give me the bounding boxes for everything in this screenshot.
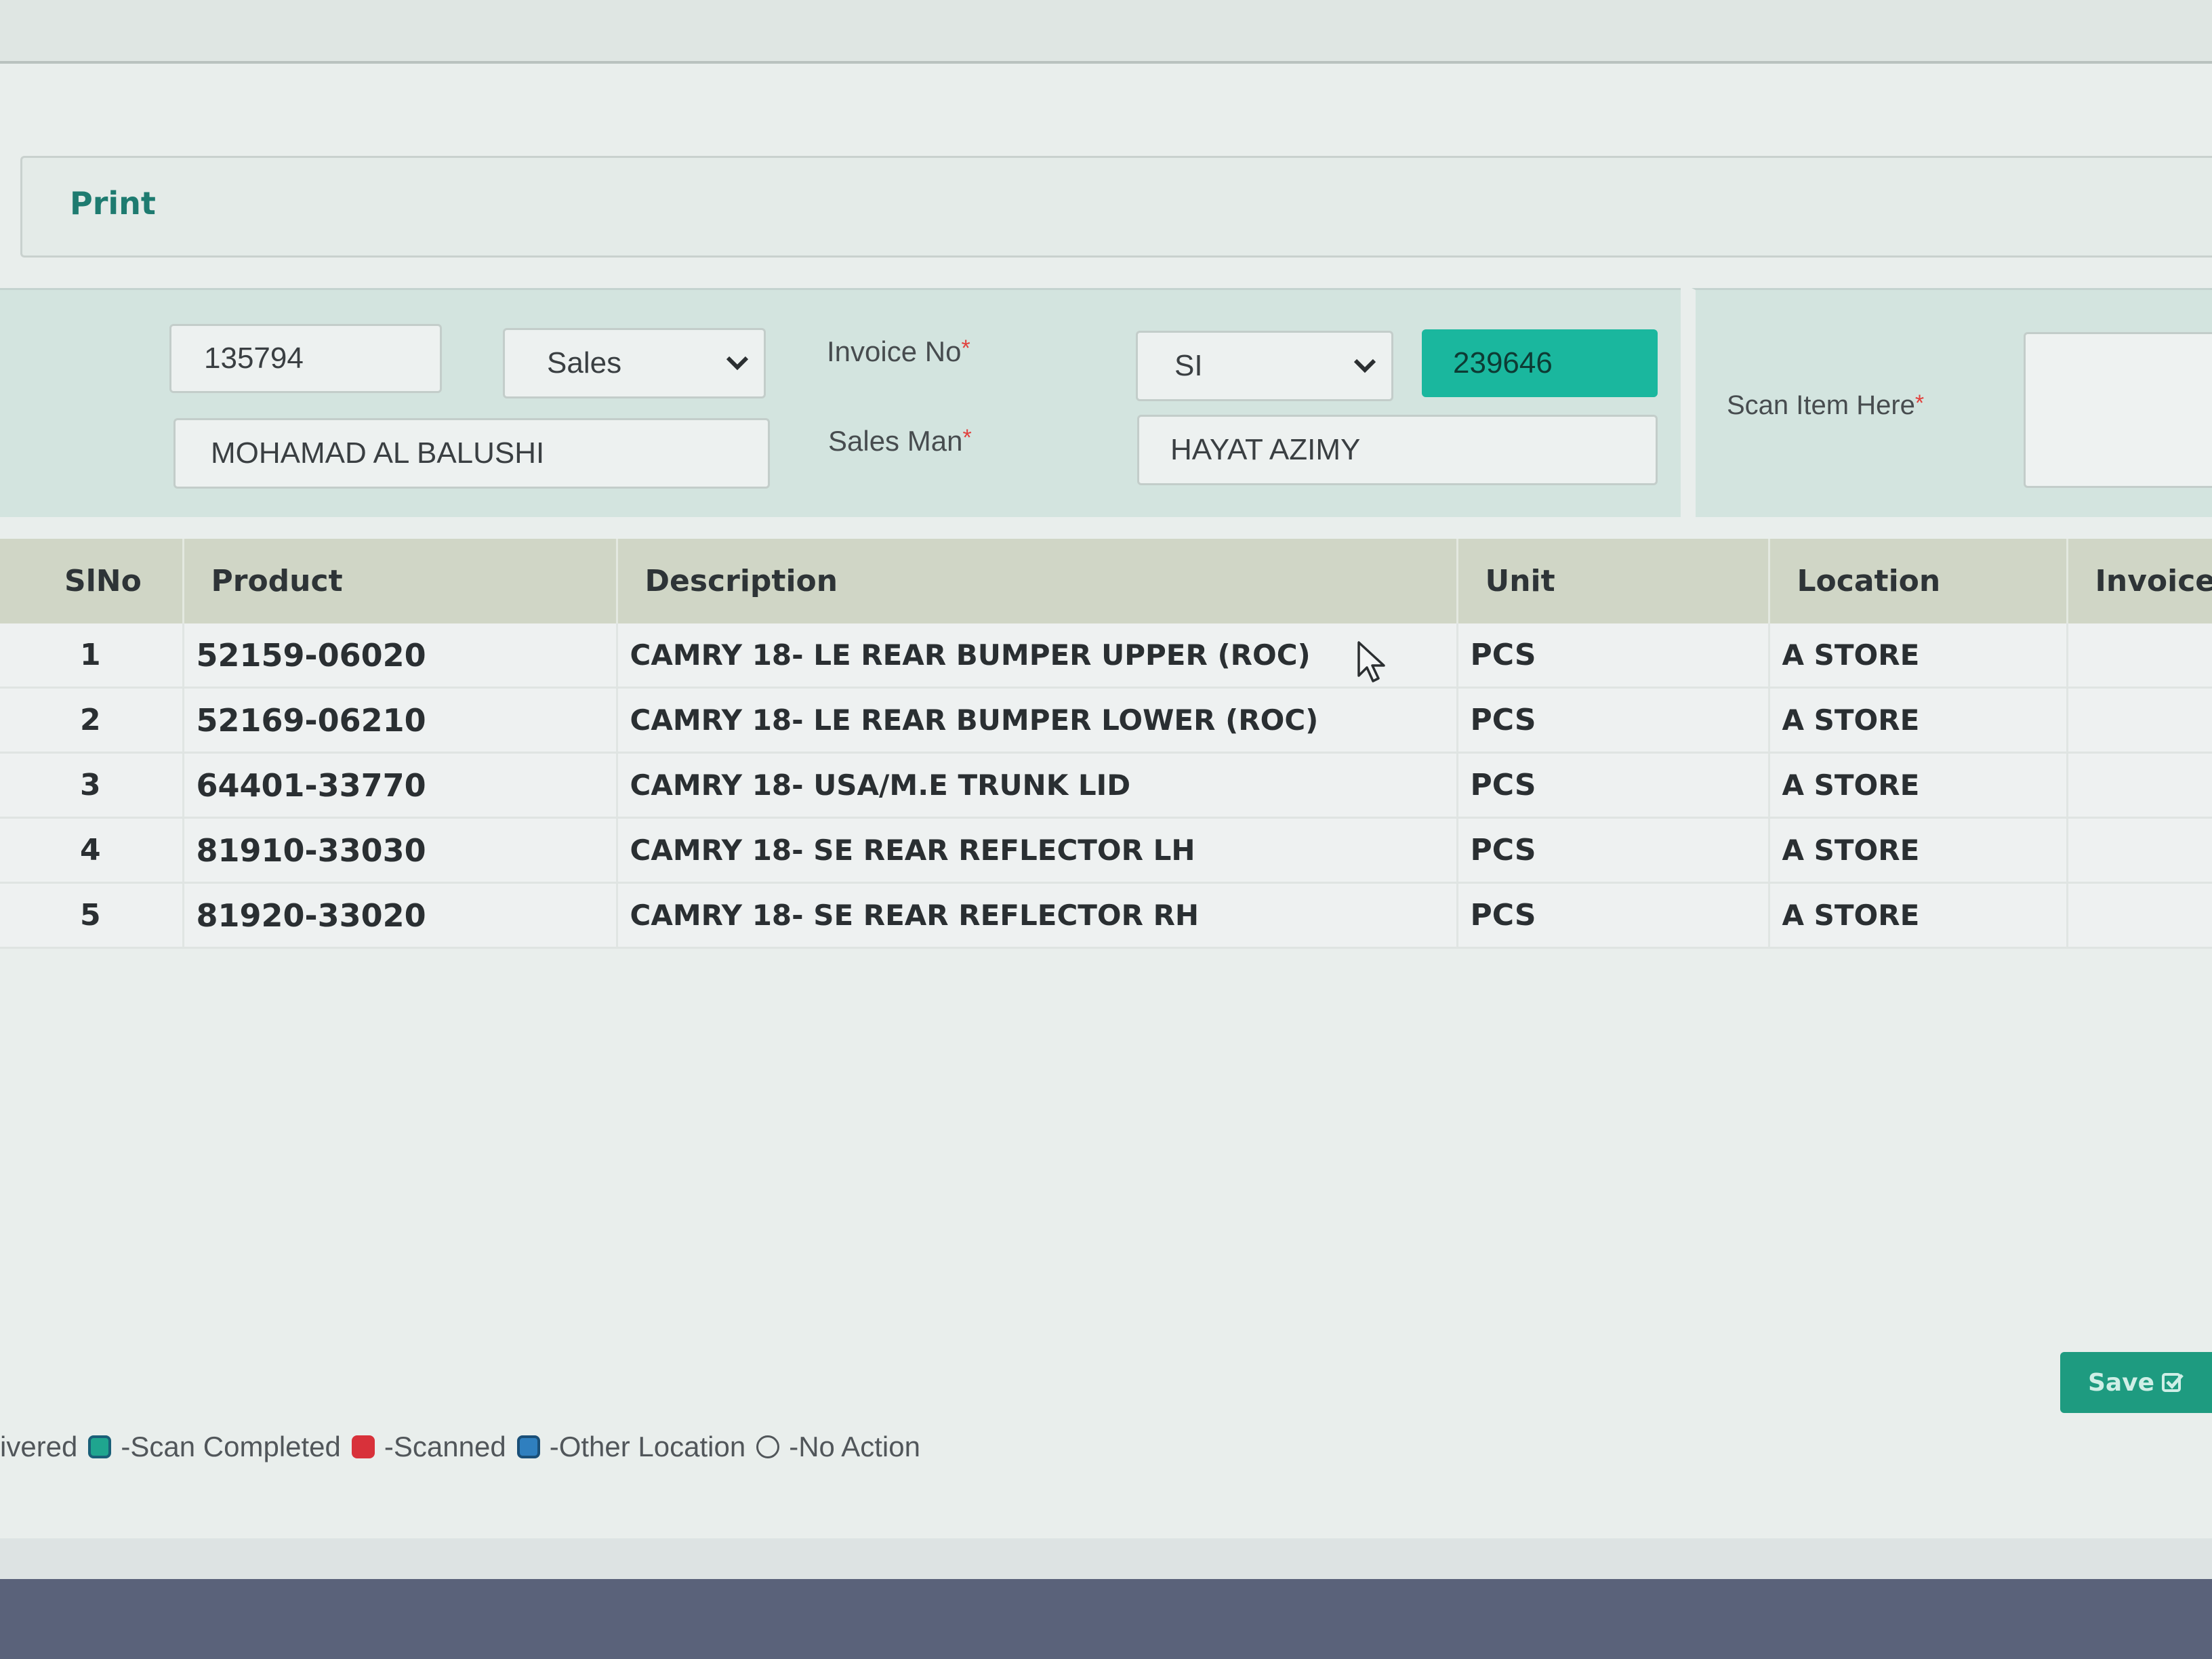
column-header-product[interactable]: Product xyxy=(182,539,617,623)
cell-description: CAMRY 18- USA/M.E TRUNK LID xyxy=(615,752,1457,819)
cell-description: CAMRY 18- SE REAR REFLECTOR LH xyxy=(615,817,1457,884)
column-header-description[interactable]: Description xyxy=(615,539,1457,623)
salesman-label: Sales Man* xyxy=(828,425,972,457)
table-row[interactable]: 5 81920-33020 CAMRY 18- SE REAR REFLECTO… xyxy=(0,882,2212,949)
column-header-unit[interactable]: Unit xyxy=(1456,539,1769,623)
check-square-icon xyxy=(2162,1373,2184,1392)
table-row[interactable]: 1 52159-06020 CAMRY 18- LE REAR BUMPER U… xyxy=(0,623,2212,689)
no-action-swatch xyxy=(756,1435,780,1458)
column-header-slno[interactable]: SlNo xyxy=(0,539,183,623)
scan-item-input[interactable] xyxy=(2024,332,2212,488)
top-band xyxy=(0,0,2212,64)
legend-scanned: -Scanned xyxy=(341,1431,506,1463)
cell-invoice-qty xyxy=(2066,623,2212,689)
invoice-no-label: Invoice No* xyxy=(827,335,970,367)
page-bottom-edge xyxy=(0,1538,2212,1579)
cell-invoice-qty xyxy=(2066,752,2212,819)
invoice-number-field[interactable]: 239646 xyxy=(1422,329,1658,397)
cell-slno: 3 xyxy=(0,752,183,819)
scanned-swatch xyxy=(351,1435,375,1458)
table-header-row: SlNo Product Description Unit Location I… xyxy=(0,539,2212,623)
cell-slno: 1 xyxy=(0,623,183,689)
customer-code-value: 135794 xyxy=(204,342,304,375)
cell-product: 64401-33770 xyxy=(182,752,617,819)
type-select-value: Sales xyxy=(547,346,622,380)
cell-invoice-qty xyxy=(2066,687,2212,754)
status-legend: ivered -Scan Completed -Scanned -Other L… xyxy=(0,1416,1084,1477)
cell-product: 52169-06210 xyxy=(182,687,617,754)
salesman-input[interactable]: HAYAT AZIMY xyxy=(1137,415,1658,485)
cell-slno: 2 xyxy=(0,687,183,754)
cell-location: A STORE xyxy=(1767,687,2067,754)
scan-completed-swatch xyxy=(88,1435,112,1458)
print-link[interactable]: Print xyxy=(70,185,156,222)
invoice-prefix-select[interactable]: SI xyxy=(1136,331,1393,401)
mouse-pointer-icon xyxy=(1357,641,1385,682)
cell-description: CAMRY 18- SE REAR REFLECTOR RH xyxy=(615,882,1457,949)
legend-scan-completed: -Scan Completed xyxy=(77,1431,341,1463)
scan-item-label: Scan Item Here* xyxy=(1727,390,1925,420)
cell-invoice-qty xyxy=(2066,882,2212,949)
screen-bezel xyxy=(0,1538,2212,1659)
column-header-invoice-qty[interactable]: Invoice Q xyxy=(2066,539,2212,623)
chevron-down-icon xyxy=(1353,359,1376,373)
chevron-down-icon xyxy=(726,356,749,371)
invoice-prefix-value: SI xyxy=(1174,349,1203,382)
print-bar: Print xyxy=(20,156,2212,258)
cell-unit: PCS xyxy=(1456,623,1769,689)
column-header-location[interactable]: Location xyxy=(1767,539,2067,623)
legend-no-action: -No Action xyxy=(745,1431,920,1463)
save-button-label: Save xyxy=(2087,1368,2155,1397)
cell-invoice-qty xyxy=(2066,817,2212,884)
items-table: SlNo Product Description Unit Location I… xyxy=(0,539,2212,949)
other-location-swatch xyxy=(516,1435,540,1458)
cell-product: 52159-06020 xyxy=(182,623,617,689)
cell-product: 81910-33030 xyxy=(182,817,617,884)
cell-product: 81920-33020 xyxy=(182,882,617,949)
cell-location: A STORE xyxy=(1767,817,2067,884)
cell-unit: PCS xyxy=(1456,687,1769,754)
customer-name-value: MOHAMAD AL BALUSHI xyxy=(211,436,545,470)
legend-delivered: ivered xyxy=(0,1431,78,1462)
cell-unit: PCS xyxy=(1456,752,1769,819)
salesman-value: HAYAT AZIMY xyxy=(1170,433,1361,466)
customer-code-input[interactable]: 135794 xyxy=(169,324,442,393)
cell-location: A STORE xyxy=(1767,752,2067,819)
invoice-number-value: 239646 xyxy=(1453,346,1553,380)
cell-location: A STORE xyxy=(1767,623,2067,689)
cell-slno: 4 xyxy=(0,817,183,884)
customer-name-input[interactable]: MOHAMAD AL BALUSHI xyxy=(173,418,770,489)
legend-other-location: -Other Location xyxy=(506,1431,745,1463)
table-row[interactable]: 2 52169-06210 CAMRY 18- LE REAR BUMPER L… xyxy=(0,687,2212,754)
cell-description: CAMRY 18- LE REAR BUMPER LOWER (ROC) xyxy=(615,687,1457,754)
cell-unit: PCS xyxy=(1456,882,1769,949)
table-row[interactable]: 4 81910-33030 CAMRY 18- SE REAR REFLECTO… xyxy=(0,817,2212,884)
save-button[interactable]: Save xyxy=(2060,1352,2212,1413)
cell-description: CAMRY 18- LE REAR BUMPER UPPER (ROC) xyxy=(615,623,1457,689)
type-select[interactable]: Sales xyxy=(503,328,766,398)
table-row[interactable]: 3 64401-33770 CAMRY 18- USA/M.E TRUNK LI… xyxy=(0,752,2212,819)
cell-location: A STORE xyxy=(1767,882,2067,949)
cell-slno: 5 xyxy=(0,882,183,949)
cell-unit: PCS xyxy=(1456,817,1769,884)
